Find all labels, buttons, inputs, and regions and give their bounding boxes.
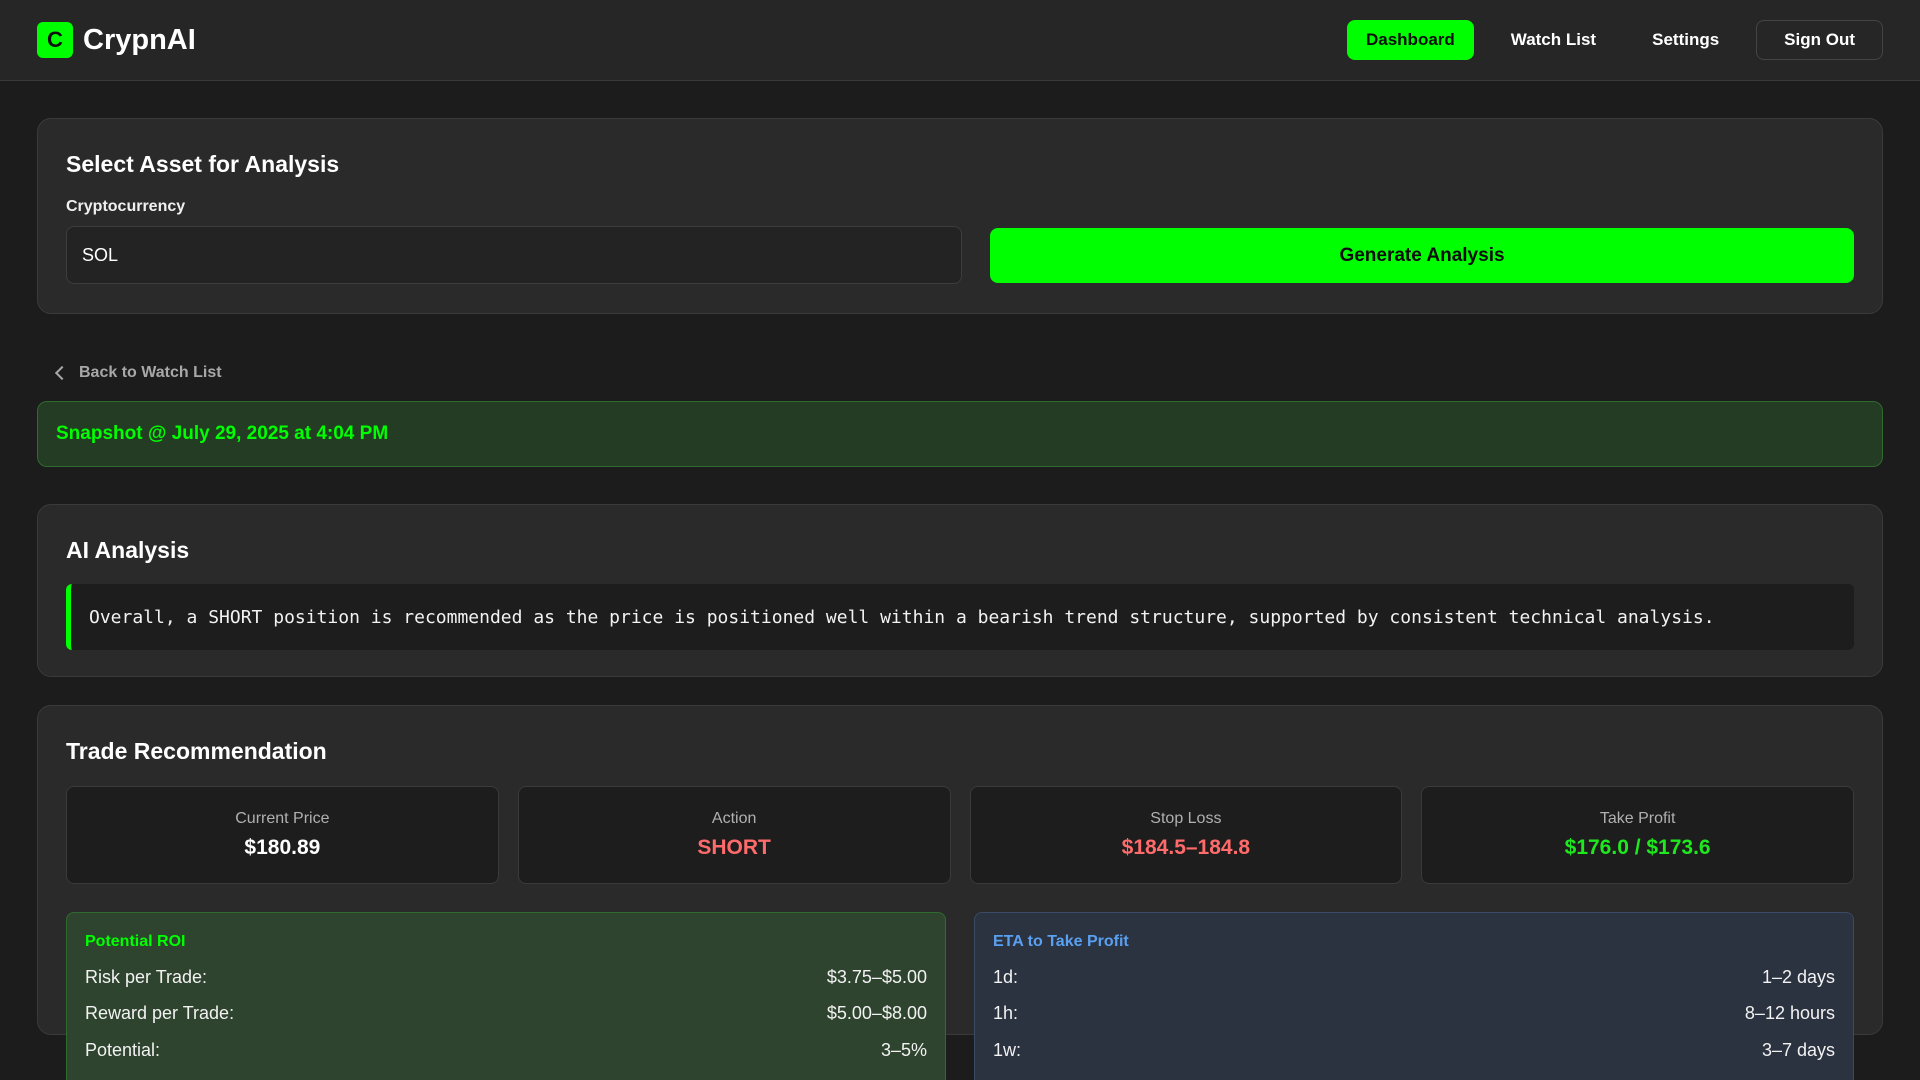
row-value: $5.00–$8.00 [826,1003,927,1024]
metric-value: $180.89 [244,836,321,859]
potential-roi-panel: Potential ROI Risk per Trade: $3.75–$5.0… [66,912,946,1080]
main-nav: Dashboard Watch List Settings Sign Out [1346,20,1883,60]
cryptocurrency-label: Cryptocurrency [66,198,186,215]
metric-stop-loss: Stop Loss $184.5–184.8 [969,786,1403,884]
metric-current-price: Current Price $180.89 [66,786,499,884]
row-label: 1d: [993,966,1019,987]
brand-name: CrypnAI [83,23,196,56]
eta-title: ETA to Take Profit [993,933,1129,950]
row-label: 1w: [993,1039,1022,1060]
eta-row: 1d: 1–2 days [993,959,1835,996]
row-value: 3–5% [880,1039,927,1060]
metric-label: Action [711,810,757,827]
snapshot-banner: Snapshot @ July 29, 2025 at 4:04 PM [37,401,1883,467]
metric-label: Take Profit [1599,810,1676,827]
metric-label: Stop Loss [1150,810,1222,827]
nav-settings-button[interactable]: Settings [1633,20,1738,60]
roi-title: Potential ROI [85,933,186,950]
asset-card-title: Select Asset for Analysis [66,151,340,177]
metric-action: Action SHORT [517,786,951,884]
metric-value: $176.0 / $173.6 [1564,836,1711,859]
asset-row: SOL Generate Analysis [66,226,1854,284]
row-label: 1h: [993,1003,1019,1024]
row-value: 1–2 days [1761,966,1835,987]
logo-icon: C [37,22,73,58]
trade-recommendation-card: Trade Recommendation Current Price $180.… [37,705,1883,1080]
eta-row: 1w: 3–7 days [993,1032,1835,1069]
trade-recommendation-title: Trade Recommendation [66,738,327,764]
metric-label: Current Price [235,810,330,827]
ai-analysis-title: AI Analysis [66,537,190,563]
cryptocurrency-input[interactable]: SOL [66,226,962,284]
sign-out-button[interactable]: Sign Out [1756,20,1883,60]
eta-row: 1h: 8–12 hours [993,996,1835,1033]
brand[interactable]: C CrypnAI [37,22,196,58]
ai-analysis-card: AI Analysis Overall, a SHORT position is… [37,504,1883,677]
row-label: Potential: [85,1039,161,1060]
ai-analysis-text: Overall, a SHORT position is recommended… [66,584,1854,650]
main-content: Select Asset for Analysis Cryptocurrency… [0,81,1920,1080]
top-navigation-bar: C CrypnAI Dashboard Watch List Settings … [0,0,1920,81]
row-value: 3–7 days [1761,1039,1835,1060]
roi-row: Potential: 3–5% [85,1032,927,1069]
row-label: Reward per Trade: [85,1003,235,1024]
trade-metrics: Current Price $180.89 Action SHORT Stop … [66,786,1854,884]
trade-panels: Potential ROI Risk per Trade: $3.75–$5.0… [66,912,1854,1080]
row-label: Risk per Trade: [85,966,208,987]
roi-row: Risk per Trade: $3.75–$5.00 [85,959,927,996]
nav-watch-list-button[interactable]: Watch List [1492,20,1615,60]
roi-row: Reward per Trade: $5.00–$8.00 [85,996,927,1033]
metric-value: $184.5–184.8 [1121,836,1251,859]
asset-selection-card: Select Asset for Analysis Cryptocurrency… [37,118,1883,314]
back-link-label: Back to Watch List [79,364,222,381]
generate-analysis-button[interactable]: Generate Analysis [990,228,1854,283]
eta-take-profit-panel: ETA to Take Profit 1d: 1–2 days 1h: 8–12… [974,912,1854,1080]
chevron-left-icon [54,365,70,381]
row-value: $3.75–$5.00 [826,966,927,987]
nav-dashboard-button[interactable]: Dashboard [1346,20,1474,60]
row-value: 8–12 hours [1744,1003,1835,1024]
metric-take-profit: Take Profit $176.0 / $173.6 [1421,786,1854,884]
back-to-watch-list-link[interactable]: Back to Watch List [53,362,1883,384]
metric-value: SHORT [697,836,771,859]
